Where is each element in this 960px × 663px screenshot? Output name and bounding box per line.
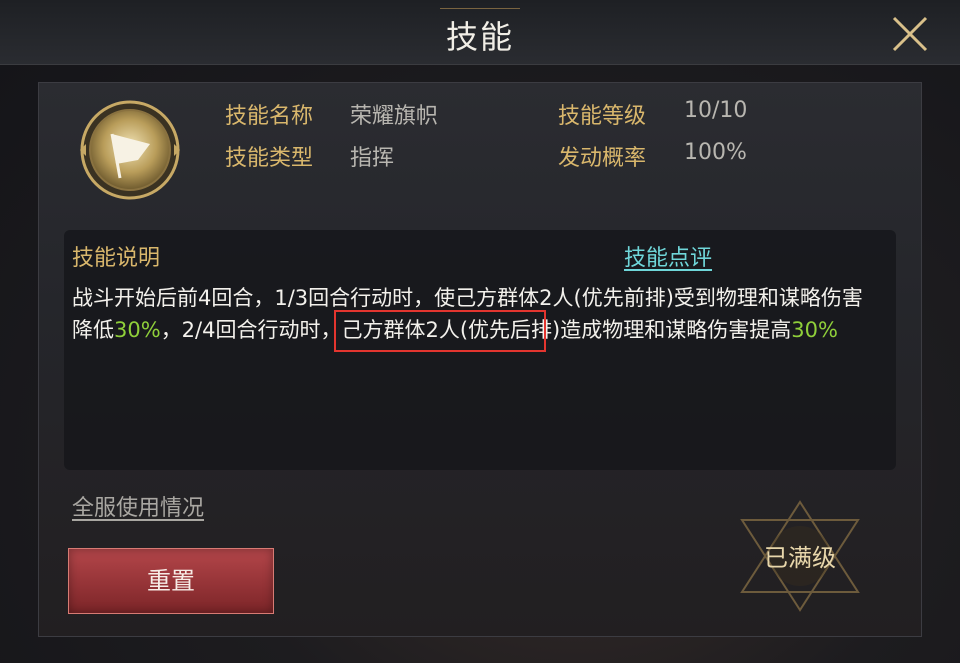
skill-type-label: 技能类型 (225, 146, 314, 171)
trigger-chance-value: 100% (684, 140, 747, 165)
trigger-chance-label: 发动概率 (558, 146, 647, 171)
skill-flag-icon (78, 98, 182, 202)
skill-type-value: 指挥 (350, 146, 395, 171)
skill-name-value: 荣耀旗帜 (350, 104, 439, 129)
skill-level-label: 技能等级 (558, 104, 647, 129)
max-level-badge: 已满级 (730, 498, 870, 614)
reset-button[interactable]: 重置 (68, 548, 274, 614)
annotation-highlight-box (334, 310, 546, 352)
value-highlight-1: 30% (114, 318, 161, 342)
close-button[interactable] (886, 10, 934, 58)
skill-name-label: 技能名称 (225, 104, 314, 129)
skill-review-link[interactable]: 技能点评 (624, 240, 712, 272)
close-icon (892, 16, 928, 52)
page-title: 技能 (445, 18, 514, 56)
server-usage-link[interactable]: 全服使用情况 (72, 490, 204, 522)
description-title: 技能说明 (72, 246, 161, 271)
value-highlight-2: 30% (791, 318, 838, 342)
top-bar: 技能 (0, 0, 960, 65)
title-ornament (440, 0, 520, 9)
skill-level-value: 10/10 (684, 98, 748, 123)
max-level-label: 已满级 (764, 544, 836, 572)
